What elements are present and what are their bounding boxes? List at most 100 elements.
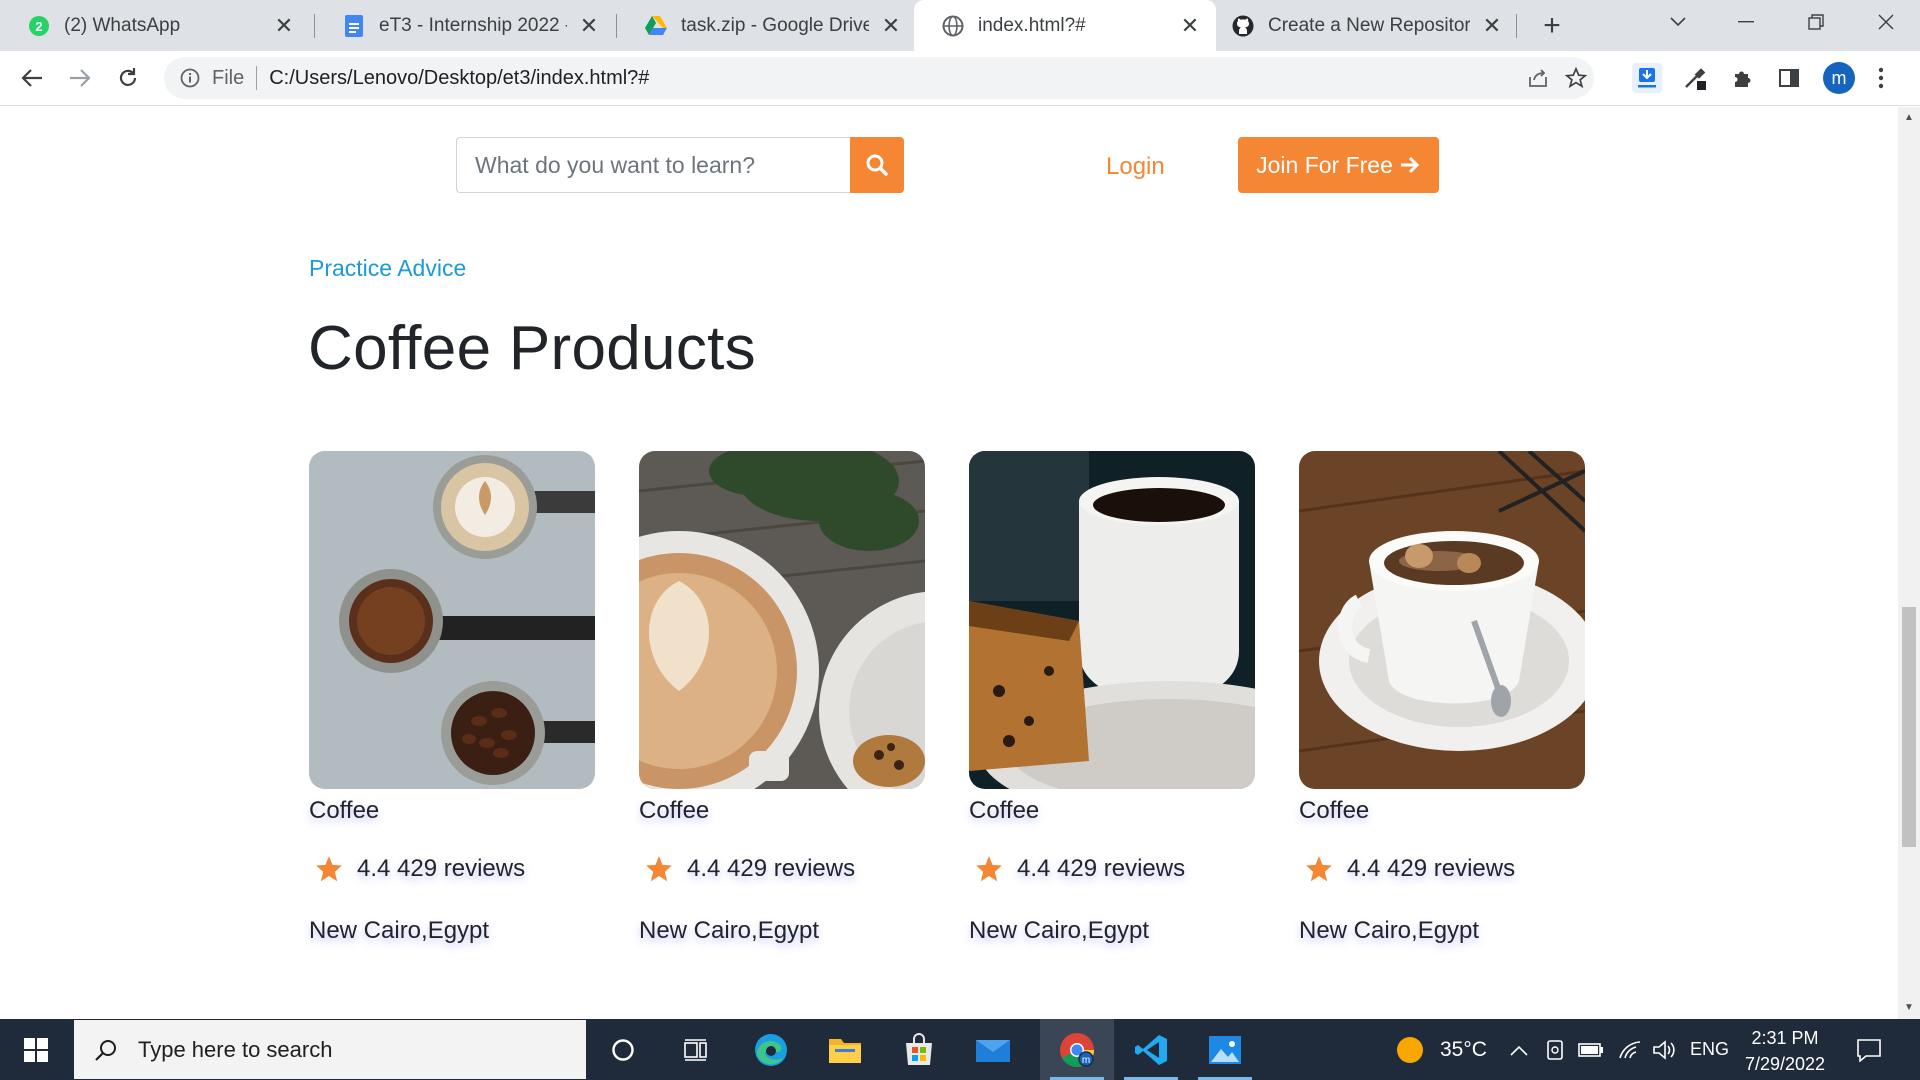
- review-count: 429 reviews: [397, 855, 526, 882]
- vscode-icon[interactable]: [1114, 1019, 1188, 1080]
- tab-whatsapp[interactable]: 2 (2) WhatsApp ✕: [0, 0, 310, 51]
- search-input[interactable]: [456, 137, 850, 193]
- product-image-espresso: [309, 451, 595, 789]
- input-language[interactable]: ENG: [1690, 1019, 1729, 1080]
- cortana-circle-icon[interactable]: [586, 1019, 660, 1080]
- section-eyebrow: Practice Advice: [309, 255, 467, 281]
- review-count: 429 reviews: [1057, 855, 1186, 882]
- review-count: 429 reviews: [1387, 855, 1516, 882]
- info-icon[interactable]: [178, 66, 202, 90]
- url-text[interactable]: C:/Users/Lenovo/Desktop/et3/index.html?#: [269, 67, 649, 90]
- restore-button[interactable]: [1788, 0, 1844, 44]
- close-tab-icon[interactable]: ✕: [879, 13, 903, 38]
- taskbar-search-box[interactable]: Type here to search: [74, 1020, 586, 1079]
- share-icon[interactable]: [1524, 64, 1552, 92]
- close-tab-icon[interactable]: ✕: [1480, 13, 1504, 38]
- file-explorer-icon[interactable]: [808, 1019, 882, 1080]
- battery-icon[interactable]: [1578, 1019, 1604, 1080]
- microsoft-store-icon[interactable]: [882, 1019, 956, 1080]
- tab-github-new-repo[interactable]: Create a New Repository ✕: [1218, 0, 1518, 51]
- product-category: Coffee: [1299, 797, 1370, 824]
- start-button[interactable]: [0, 1019, 72, 1080]
- address-bar[interactable]: File C:/Users/Lenovo/Desktop/et3/index.h…: [164, 57, 1594, 99]
- search-bar: [456, 137, 904, 193]
- product-rating: 4.4 429 reviews: [645, 855, 855, 883]
- product-card[interactable]: Coffee 4.4 429 reviews New Cairo,Egypt: [969, 451, 1255, 944]
- whatsapp-icon: 2: [28, 15, 50, 37]
- product-rating: 4.4 429 reviews: [315, 855, 525, 883]
- scroll-up-arrow-icon[interactable]: ▲: [1904, 113, 1914, 123]
- menu-kebab-icon[interactable]: [1866, 63, 1896, 93]
- star-icon: [646, 856, 672, 882]
- wifi-icon[interactable]: [1618, 1019, 1642, 1080]
- mail-icon[interactable]: [956, 1019, 1030, 1080]
- windows-logo-icon: [24, 1037, 48, 1062]
- bookmark-star-icon[interactable]: [1562, 64, 1590, 92]
- search-icon: [92, 1036, 120, 1064]
- search-icon: [866, 154, 888, 176]
- scrollbar-thumb[interactable]: [1902, 607, 1916, 847]
- tab-search-chevron-icon[interactable]: [1650, 0, 1706, 44]
- extensions-puzzle-icon[interactable]: [1728, 63, 1758, 93]
- scroll-down-arrow-icon[interactable]: ▼: [1904, 1003, 1914, 1013]
- side-panel-icon[interactable]: [1774, 63, 1804, 93]
- product-image-cocoa: [1299, 451, 1585, 789]
- weather-widget[interactable]: 35°C: [1396, 1019, 1487, 1080]
- svg-text:2: 2: [35, 19, 42, 34]
- product-rating: 4.4 429 reviews: [975, 855, 1185, 883]
- close-window-button[interactable]: [1858, 0, 1914, 44]
- tab-title: eT3 - Internship 2022 - Ta: [379, 14, 567, 36]
- tab-title: Create a New Repository: [1268, 14, 1470, 36]
- arrow-right-icon: [1400, 156, 1419, 174]
- edge-browser-icon[interactable]: [734, 1019, 808, 1080]
- close-tab-icon[interactable]: ✕: [577, 13, 601, 38]
- new-tab-button[interactable]: +: [1536, 9, 1568, 42]
- system-clock[interactable]: 2:31 PM 7/29/2022: [1730, 1025, 1840, 1077]
- task-view-icon[interactable]: [660, 1019, 734, 1080]
- close-tab-icon[interactable]: ✕: [1178, 13, 1202, 38]
- forward-arrow-icon[interactable]: [62, 60, 98, 96]
- device-icon[interactable]: [1545, 1019, 1565, 1080]
- review-count: 429 reviews: [727, 855, 856, 882]
- tab-title: index.html?#: [978, 14, 1086, 36]
- product-rating: 4.4 429 reviews: [1305, 855, 1515, 883]
- page-scrollbar[interactable]: ▲ ▼: [1898, 107, 1920, 1019]
- product-card[interactable]: Coffee 4.4 429 reviews New Cairo,Egypt: [639, 451, 925, 944]
- tab-separator: [1516, 14, 1517, 38]
- back-arrow-icon[interactable]: [14, 60, 50, 96]
- login-link[interactable]: Login: [1106, 153, 1165, 181]
- volume-icon[interactable]: [1652, 1019, 1676, 1080]
- minimize-button[interactable]: [1718, 0, 1774, 44]
- tab-et3-internship[interactable]: eT3 - Internship 2022 - Ta ✕: [315, 0, 615, 51]
- download-extension-icon[interactable]: [1632, 63, 1662, 93]
- show-hidden-icons-chevron-icon[interactable]: [1510, 1019, 1528, 1080]
- tab-index-html[interactable]: index.html?# ✕: [914, 0, 1216, 51]
- chrome-taskbar-icon[interactable]: m: [1040, 1019, 1114, 1080]
- url-divider: [256, 66, 258, 90]
- product-location: New Cairo,Egypt: [1299, 917, 1480, 944]
- star-icon: [1306, 856, 1332, 882]
- product-location: New Cairo,Egypt: [969, 917, 1150, 944]
- page-title: Coffee Products: [308, 314, 756, 383]
- taskbar-search-placeholder: Type here to search: [138, 1036, 333, 1062]
- rating-value: 4.4: [357, 855, 391, 882]
- search-button[interactable]: [850, 137, 904, 193]
- eyedropper-extension-icon[interactable]: [1680, 63, 1710, 93]
- rating-value: 4.4: [687, 855, 721, 882]
- join-for-free-button[interactable]: Join For Free: [1238, 137, 1439, 193]
- photos-icon[interactable]: [1188, 1019, 1262, 1080]
- clock-date: 7/29/2022: [1744, 1054, 1826, 1074]
- product-category: Coffee: [639, 797, 710, 824]
- notifications-icon[interactable]: [1856, 1019, 1882, 1080]
- product-card[interactable]: Coffee 4.4 429 reviews New Cairo,Egypt: [1299, 451, 1585, 944]
- close-tab-icon[interactable]: ✕: [272, 13, 296, 38]
- reload-icon[interactable]: [110, 60, 146, 96]
- tab-google-drive[interactable]: task.zip - Google Drive ✕: [617, 0, 917, 51]
- product-card[interactable]: Coffee 4.4 429 reviews New Cairo,Egypt: [309, 451, 595, 944]
- profile-avatar[interactable]: m: [1823, 62, 1855, 94]
- url-scheme: File: [212, 66, 245, 89]
- tab-title: task.zip - Google Drive: [681, 14, 869, 36]
- product-location: New Cairo,Egypt: [639, 917, 820, 944]
- page-viewport: Login Join For Free Practice Advice Coff…: [0, 107, 1898, 1019]
- google-docs-icon: [343, 14, 365, 37]
